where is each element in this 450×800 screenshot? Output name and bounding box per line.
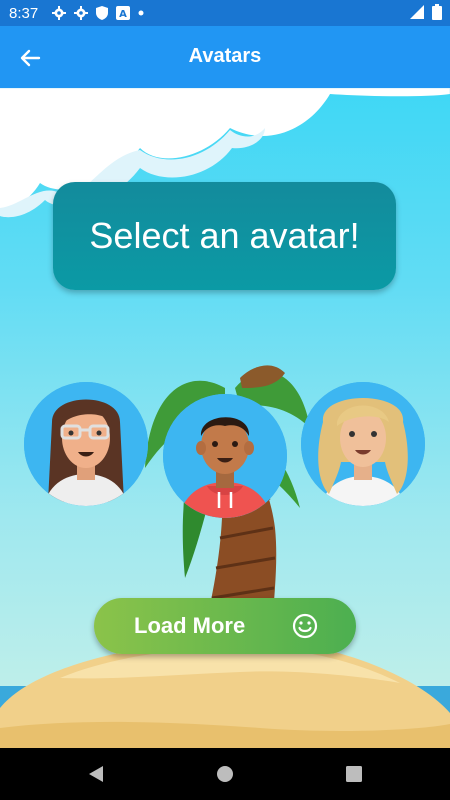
system-nav-bar [0, 748, 450, 800]
load-more-button[interactable]: Load More [94, 598, 356, 654]
avatar-icon [24, 382, 148, 506]
dot-icon [138, 10, 144, 16]
prompt-bubble: Select an avatar! [53, 182, 396, 290]
avatar-icon [301, 382, 425, 506]
avatar-option-1[interactable] [24, 382, 148, 506]
battery-icon [432, 4, 442, 25]
shield-icon [96, 6, 109, 20]
back-triangle-icon[interactable] [86, 764, 106, 784]
status-bar: 8:37 A [0, 0, 450, 26]
app-bar: Avatars [0, 26, 450, 88]
avatar-option-2[interactable] [163, 394, 287, 518]
svg-text:A: A [119, 9, 127, 20]
recents-square-icon[interactable] [344, 764, 364, 784]
a-box-icon: A [116, 6, 131, 20]
smile-icon [292, 613, 318, 644]
signal-icon [410, 5, 424, 24]
load-more-label: Load More [134, 613, 246, 638]
home-circle-icon[interactable] [215, 764, 235, 784]
page-title: Avatars [188, 45, 262, 67]
avatar-option-3[interactable] [301, 382, 425, 506]
status-time: 8:37 [9, 4, 39, 22]
gear-icon [52, 6, 67, 20]
avatar-icon [163, 394, 287, 518]
gear-icon [74, 6, 89, 20]
island-scene: Select an avatar! Load More [0, 88, 450, 748]
